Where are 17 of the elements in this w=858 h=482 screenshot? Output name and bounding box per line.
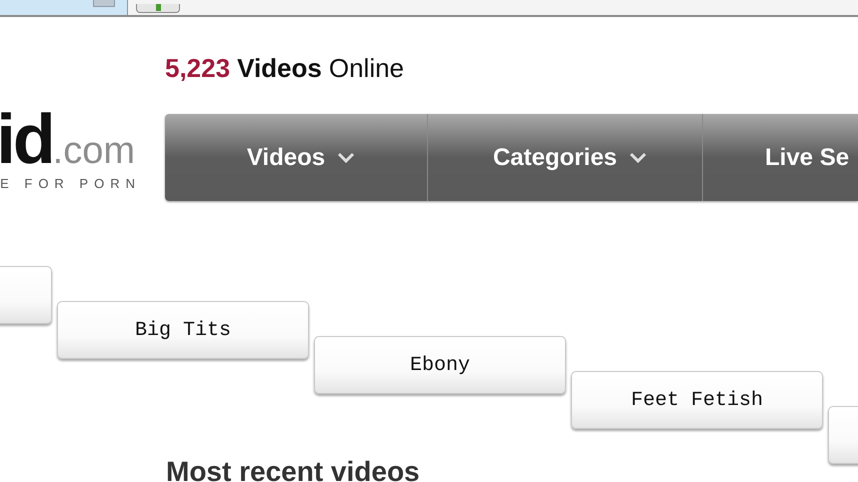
section-title: Most recent videos [166, 456, 421, 482]
browser-tab[interactable] [0, 0, 128, 15]
tab-close-icon[interactable] [93, 0, 115, 7]
logo-tagline: E FOR PORN [0, 176, 141, 191]
counter-label: Videos [237, 53, 322, 84]
caret-icon [337, 152, 356, 164]
caret-icon [629, 152, 648, 164]
new-tab-button[interactable] [136, 4, 180, 13]
category-button[interactable]: Feet Fetish [571, 371, 823, 429]
nav-item[interactable]: Live Se [703, 114, 858, 201]
counter-suffix: Online [328, 53, 404, 84]
category-button[interactable]: Ebony [314, 336, 566, 394]
logo-name[interactable]: id [0, 104, 53, 174]
video-count: 5,223 [165, 53, 230, 84]
nav-item[interactable]: Videos [165, 114, 428, 201]
category-button[interactable]: Big Tits [57, 301, 309, 359]
nav-item[interactable]: Categories [428, 114, 703, 201]
